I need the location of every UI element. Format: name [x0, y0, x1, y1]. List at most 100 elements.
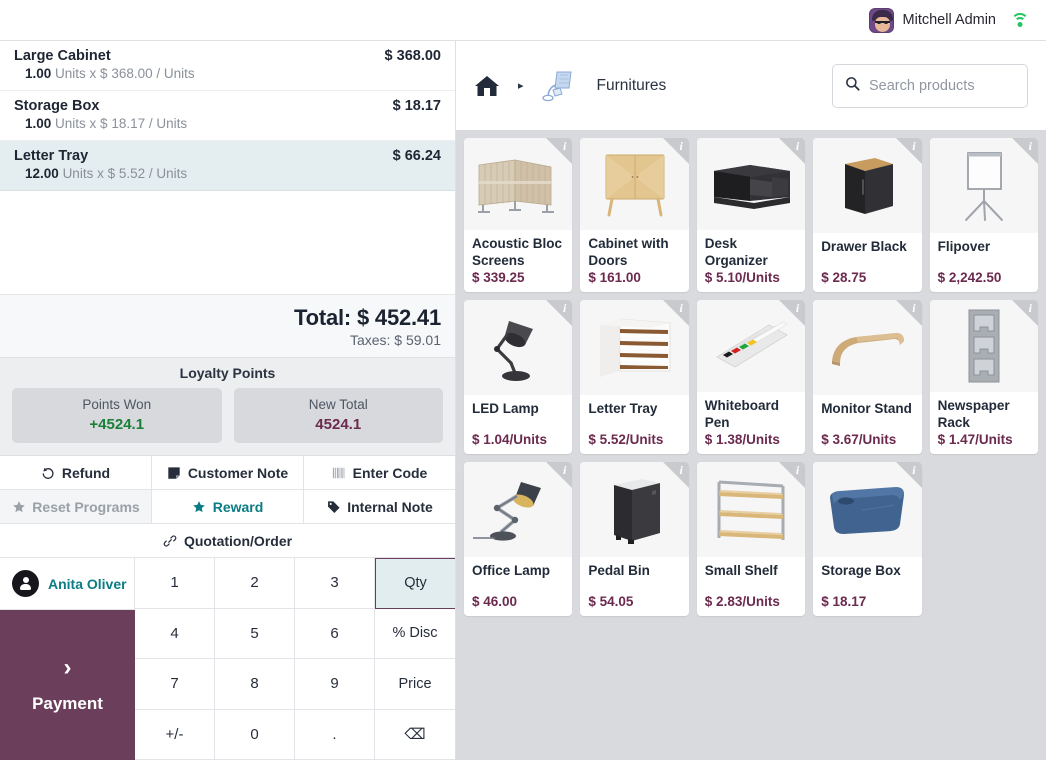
info-corner[interactable]: [779, 300, 805, 326]
info-corner[interactable]: [779, 138, 805, 164]
info-icon[interactable]: i: [796, 463, 799, 478]
quotation-order-label: Quotation/Order: [184, 533, 292, 549]
order-line-unitprice: Units x $ 368.00 / Units: [55, 66, 195, 81]
info-corner[interactable]: [896, 138, 922, 164]
reward-button[interactable]: Reward: [152, 490, 304, 523]
customer-button[interactable]: Anita Oliver: [0, 558, 135, 610]
numpad-key-0[interactable]: 0: [215, 710, 295, 760]
info-icon[interactable]: i: [912, 463, 915, 478]
product-card[interactable]: i Newspaper Rack $ 1.47/Units: [930, 300, 1038, 454]
numpad-mode-qty[interactable]: Qty: [375, 558, 455, 609]
order-line-unitprice: Units x $ 5.52 / Units: [63, 166, 188, 181]
info-icon[interactable]: i: [912, 139, 915, 154]
info-icon[interactable]: i: [679, 139, 682, 154]
product-name: Drawer Black: [821, 239, 913, 256]
info-corner[interactable]: [546, 138, 572, 164]
info-corner[interactable]: [896, 300, 922, 326]
numpad-key-1[interactable]: 1: [135, 558, 215, 609]
wifi-icon[interactable]: [1010, 12, 1030, 28]
numpad-key-3[interactable]: 3: [295, 558, 375, 609]
info-corner[interactable]: [663, 138, 689, 164]
loyalty-points-won-value: +4524.1: [16, 416, 218, 433]
order-line[interactable]: Storage Box $ 18.17 1.00 Units x $ 18.17…: [0, 91, 455, 141]
numpad-key-5[interactable]: 5: [215, 609, 295, 660]
info-icon[interactable]: i: [796, 301, 799, 316]
product-card[interactable]: i Office Lamp $ 46.00: [464, 462, 572, 616]
numpad-section: Anita Oliver › Payment 1 2 3 Qty 4 5 6 %…: [0, 558, 455, 760]
info-corner[interactable]: [896, 462, 922, 488]
info-corner[interactable]: [663, 462, 689, 488]
numpad-key-8[interactable]: 8: [215, 659, 295, 710]
user-menu[interactable]: Mitchell Admin: [869, 8, 996, 33]
username-label: Mitchell Admin: [903, 12, 996, 28]
user-avatar: [869, 8, 894, 33]
furniture-category-icon: [537, 68, 581, 104]
product-price: $ 5.52/Units: [588, 432, 680, 447]
reset-programs-button[interactable]: Reset Programs: [0, 490, 152, 523]
info-icon[interactable]: i: [563, 139, 566, 154]
order-line-name: Storage Box: [14, 98, 99, 114]
product-card[interactable]: i Acoustic Bloc Screens $ 339.25: [464, 138, 572, 292]
info-icon[interactable]: i: [1029, 139, 1032, 154]
info-icon[interactable]: i: [1029, 301, 1032, 316]
info-corner[interactable]: [663, 300, 689, 326]
numpad-backspace-icon[interactable]: ⌫: [375, 710, 455, 760]
info-icon[interactable]: i: [679, 301, 682, 316]
order-line-qty: 1.00: [25, 116, 51, 131]
info-icon[interactable]: i: [563, 301, 566, 316]
product-card[interactable]: i Flipover $ 2,242.50: [930, 138, 1038, 292]
info-icon[interactable]: i: [563, 463, 566, 478]
product-card[interactable]: i Whiteboard Pen $ 1.38/Units: [697, 300, 805, 454]
quotation-order-button[interactable]: Quotation/Order: [0, 524, 455, 557]
numpad-key-sign[interactable]: +/-: [135, 710, 215, 760]
internal-note-button[interactable]: Internal Note: [304, 490, 455, 523]
product-card[interactable]: i Monitor Stand $ 3.67/Units: [813, 300, 921, 454]
refund-button[interactable]: Refund: [0, 456, 152, 489]
numpad-mode-price[interactable]: Price: [375, 659, 455, 710]
order-line-detail: 1.00 Units x $ 368.00 / Units: [14, 66, 441, 81]
numpad-mode-discount[interactable]: % Disc: [375, 609, 455, 660]
info-corner[interactable]: [546, 300, 572, 326]
info-icon[interactable]: i: [679, 463, 682, 478]
order-line-unitprice: Units x $ 18.17 / Units: [55, 116, 187, 131]
info-icon[interactable]: i: [796, 139, 799, 154]
search-placeholder: Search products: [869, 78, 975, 94]
product-price: $ 54.05: [588, 594, 680, 609]
numpad-key-7[interactable]: 7: [135, 659, 215, 710]
numpad-key-4[interactable]: 4: [135, 609, 215, 660]
order-panel: Large Cabinet $ 368.00 1.00 Units x $ 36…: [0, 41, 456, 760]
product-card[interactable]: i Letter Tray $ 5.52/Units: [580, 300, 688, 454]
home-icon[interactable]: [474, 74, 500, 98]
numpad-key-6[interactable]: 6: [295, 609, 375, 660]
info-icon[interactable]: i: [912, 301, 915, 316]
product-price: $ 161.00: [588, 270, 680, 285]
product-price: $ 28.75: [821, 270, 913, 285]
enter-code-button[interactable]: Enter Code: [304, 456, 455, 489]
info-corner[interactable]: [1012, 138, 1038, 164]
info-corner[interactable]: [1012, 300, 1038, 326]
product-card[interactable]: i Cabinet with Doors $ 161.00: [580, 138, 688, 292]
tag-icon: [326, 499, 341, 514]
search-input[interactable]: Search products: [832, 64, 1028, 108]
customer-note-button[interactable]: Customer Note: [152, 456, 304, 489]
numpad-key-2[interactable]: 2: [215, 558, 295, 609]
product-name: Whiteboard Pen: [705, 398, 797, 432]
payment-button[interactable]: › Payment: [0, 610, 135, 760]
numpad-key-9[interactable]: 9: [295, 659, 375, 710]
reward-label: Reward: [213, 499, 264, 515]
product-card[interactable]: i Pedal Bin $ 54.05: [580, 462, 688, 616]
product-card[interactable]: i Storage Box $ 18.17: [813, 462, 921, 616]
order-line[interactable]: Large Cabinet $ 368.00 1.00 Units x $ 36…: [0, 41, 455, 91]
refund-label: Refund: [62, 465, 110, 481]
product-card[interactable]: i Small Shelf $ 2.83/Units: [697, 462, 805, 616]
product-price: $ 3.67/Units: [821, 432, 913, 447]
breadcrumb-category-label: Furnitures: [597, 77, 667, 95]
product-card[interactable]: i Drawer Black $ 28.75: [813, 138, 921, 292]
product-card[interactable]: i Desk Organizer $ 5.10/Units: [697, 138, 805, 292]
order-line-selected[interactable]: Letter Tray $ 66.24 12.00 Units x $ 5.52…: [0, 141, 455, 191]
product-card[interactable]: i LED Lamp $ 1.04/Units: [464, 300, 572, 454]
info-corner[interactable]: [546, 462, 572, 488]
numpad-key-decimal[interactable]: .: [295, 710, 375, 760]
order-line-detail: 12.00 Units x $ 5.52 / Units: [14, 166, 441, 181]
info-corner[interactable]: [779, 462, 805, 488]
